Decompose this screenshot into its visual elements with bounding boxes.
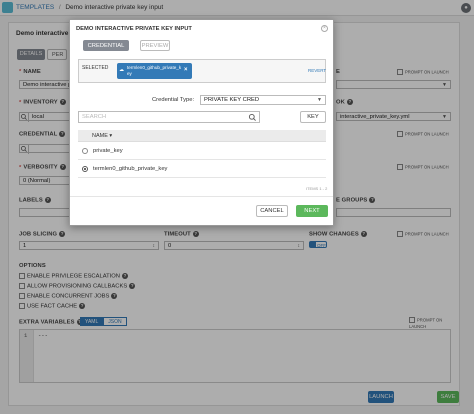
key-button[interactable]: KEY bbox=[300, 111, 326, 123]
selected-credential-name: termlen0_github_private_key bbox=[127, 65, 182, 76]
tab-credential[interactable]: CREDENTIAL bbox=[83, 40, 129, 51]
list-item-name: termlen0_github_private_key bbox=[93, 166, 168, 172]
credential-type-select[interactable]: PRIVATE KEY CRED ▼ bbox=[200, 95, 326, 105]
radio-button[interactable] bbox=[82, 148, 88, 154]
chevron-down-icon: ▼ bbox=[317, 97, 322, 103]
revert-link[interactable]: REVERT bbox=[308, 68, 326, 73]
selected-label: SELECTED bbox=[82, 65, 109, 71]
next-button[interactable]: NEXT bbox=[296, 205, 328, 217]
search-icon[interactable] bbox=[248, 113, 257, 127]
items-count: ITEMS 1 - 2 bbox=[306, 186, 328, 191]
list-item[interactable]: private_key bbox=[78, 142, 326, 160]
cancel-button[interactable]: CANCEL bbox=[256, 205, 288, 217]
tab-preview[interactable]: PREVIEW bbox=[140, 40, 170, 51]
list-item[interactable]: termlen0_github_private_key bbox=[78, 160, 326, 178]
cloud-icon: ☁ bbox=[119, 67, 124, 73]
launch-prompt-modal: DEMO INTERACTIVE PRIVATE KEY INPUT × CRE… bbox=[69, 19, 334, 226]
list-item-name: private_key bbox=[93, 148, 123, 154]
selected-credential-tag: ☁ termlen0_github_private_key × bbox=[117, 63, 192, 79]
list-header: NAME ▾ bbox=[78, 130, 326, 142]
search-input[interactable]: SEARCH bbox=[78, 111, 260, 123]
modal-divider bbox=[70, 196, 333, 197]
modal-title: DEMO INTERACTIVE PRIVATE KEY INPUT bbox=[76, 26, 192, 32]
radio-button-selected[interactable] bbox=[82, 166, 88, 172]
close-icon[interactable]: × bbox=[321, 25, 328, 32]
remove-tag-icon[interactable]: × bbox=[184, 67, 188, 73]
sort-down-icon: ▾ bbox=[109, 133, 113, 139]
credential-type-label: Credential Type: bbox=[152, 97, 195, 103]
search-placeholder: SEARCH bbox=[82, 114, 107, 120]
selected-credentials-box: SELECTED ☁ termlen0_github_private_key ×… bbox=[78, 59, 326, 83]
radio-dot bbox=[84, 168, 86, 170]
column-header-name[interactable]: NAME ▾ bbox=[92, 133, 112, 139]
